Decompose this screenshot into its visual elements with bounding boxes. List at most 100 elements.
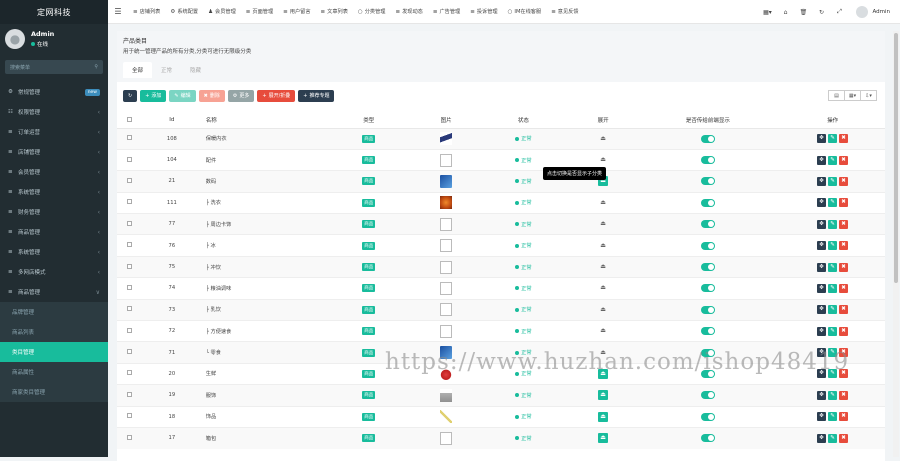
filter-tab[interactable]: 正常 (152, 62, 181, 78)
columns-icon[interactable]: ▦▾ (844, 90, 861, 101)
edit-row-button[interactable]: ✎ (828, 241, 838, 251)
drag-button[interactable]: ✥ (817, 305, 827, 315)
status-label[interactable]: 正常 (515, 393, 532, 399)
table-row[interactable]: 76 ├ 冰 商品 正常 ⏏ ✥ ✎ ✖ (117, 234, 885, 257)
drag-button[interactable]: ✥ (817, 176, 827, 186)
delete-row-button[interactable]: ✖ (839, 412, 849, 422)
category-image[interactable] (440, 410, 453, 424)
avatar[interactable] (856, 6, 869, 18)
show-frontend-toggle[interactable] (700, 305, 715, 314)
delete-row-button[interactable]: ✖ (839, 283, 849, 293)
table-row[interactable]: 77 ├ 周边卡饰 商品 正常 ⏏ ✥ ✎ ✖ (117, 213, 885, 235)
show-frontend-toggle[interactable] (700, 156, 715, 165)
category-image[interactable] (440, 388, 453, 402)
table-row[interactable]: 75 ├ 冲饮 商品 正常 ⏏ ✥ ✎ ✖ (117, 255, 885, 278)
row-checkbox[interactable] (126, 156, 132, 162)
sidebar-subitem[interactable]: 品牌管理 (0, 302, 108, 322)
drag-button[interactable]: ✥ (817, 390, 827, 400)
delete-row-button[interactable]: ✖ (839, 155, 849, 165)
select-cell[interactable] (117, 384, 142, 407)
admin-name[interactable]: Admin (872, 9, 890, 15)
drag-button[interactable]: ✥ (817, 134, 827, 144)
category-image[interactable] (440, 132, 453, 146)
add-button[interactable]: + 添加 (140, 89, 167, 102)
trash-icon[interactable]: 🗑 (794, 9, 812, 16)
column-header[interactable]: 图片 (416, 113, 477, 129)
delete-row-button[interactable]: ✖ (839, 433, 849, 443)
expand-toggle-icon[interactable]: ⏏ (598, 134, 608, 144)
expand-toggle-icon[interactable]: ⏏ (598, 262, 608, 272)
show-frontend-toggle[interactable] (700, 241, 715, 250)
broken-image-icon[interactable] (440, 431, 453, 445)
nav-tab[interactable]: ≡ 意见反馈 (546, 0, 583, 24)
select-cell[interactable] (117, 320, 142, 342)
status-label[interactable]: 正常 (515, 200, 532, 206)
expand-toggle-icon[interactable]: ⏏ (598, 390, 609, 401)
filter-tab[interactable]: 全部 (123, 62, 153, 78)
sidebar-item[interactable]: ≡ 系统管理 ‹ (0, 182, 108, 202)
sidebar-toggle-icon[interactable]: ☰ (108, 7, 128, 16)
table-row[interactable]: 108 保暖内衣 商品 正常 ⏏ ✥ ✎ ✖ (117, 127, 885, 150)
edit-row-button[interactable]: ✎ (828, 326, 838, 336)
nav-tab[interactable]: ≡ 文章列表 (316, 0, 353, 24)
edit-row-button[interactable]: ✎ (828, 390, 838, 400)
filter-tab[interactable]: 隐藏 (181, 62, 210, 78)
table-row[interactable]: 111 ├ 洗衣 商品 正常 ⏏ ✥ ✎ ✖ (117, 191, 885, 214)
select-cell[interactable] (117, 148, 142, 171)
sidebar-item[interactable]: ☷ 权限管理 ‹ (0, 102, 108, 122)
sidebar-item[interactable]: ≡ 订单运营 ‹ (0, 122, 108, 142)
sidebar-subitem[interactable]: 商品属性 (0, 362, 108, 382)
app-logo[interactable]: 定网科技 (0, 0, 108, 24)
delete-row-button[interactable]: ✖ (839, 198, 849, 208)
status-label[interactable]: 正常 (515, 307, 532, 313)
row-checkbox[interactable] (126, 220, 132, 226)
expand-toggle-icon[interactable]: ⏏ (598, 219, 608, 229)
edit-row-button[interactable]: ✎ (828, 219, 838, 229)
sidebar-item[interactable]: ≡ 多网店模式 ‹ (0, 262, 108, 282)
drag-button[interactable]: ✥ (817, 262, 827, 272)
grid-menu-icon[interactable]: ▦▾ (758, 9, 776, 16)
select-cell[interactable] (117, 405, 142, 428)
nav-tab[interactable]: ♟ 会员管理 (203, 0, 241, 24)
toggle-view-icon[interactable]: ▤ (828, 90, 845, 101)
home-icon[interactable]: ⌂ (776, 9, 794, 16)
expand-toggle-icon[interactable]: ⏏ (598, 411, 609, 422)
expand-toggle-icon[interactable]: ⏏ (598, 326, 608, 336)
row-checkbox[interactable] (126, 370, 132, 376)
select-cell[interactable] (117, 362, 142, 385)
drag-button[interactable]: ✥ (817, 433, 827, 443)
broken-image-icon[interactable] (440, 153, 453, 167)
edit-row-button[interactable]: ✎ (828, 305, 838, 315)
status-label[interactable]: 正常 (515, 158, 532, 164)
sidebar-item[interactable]: ≡ 商品管理 ‹ (0, 222, 108, 242)
select-cell[interactable] (117, 213, 142, 235)
row-checkbox[interactable] (126, 199, 132, 205)
table-row[interactable]: 19 服饰 商品 正常 ⏏ ✥ ✎ ✖ (117, 384, 885, 407)
fullscreen-icon[interactable]: ⤢ (830, 8, 848, 16)
status-label[interactable]: 正常 (515, 286, 532, 292)
sidebar-item[interactable]: ≡ 会员管理 ‹ (0, 162, 108, 182)
delete-row-button[interactable]: ✖ (839, 176, 849, 186)
edit-row-button[interactable]: ✎ (828, 134, 838, 144)
status-label[interactable]: 正常 (515, 222, 532, 228)
table-row[interactable]: 21 数码 商品 正常 ⏏ ✥ ✎ ✖ (117, 170, 885, 193)
row-checkbox[interactable] (126, 263, 132, 269)
broken-image-icon[interactable] (440, 324, 453, 338)
select-cell[interactable] (117, 341, 142, 364)
table-row[interactable]: 18 饰品 商品 正常 ⏏ ✥ ✎ ✖ (117, 405, 885, 428)
edit-row-button[interactable]: ✎ (828, 433, 838, 443)
column-header[interactable]: 类型 (321, 113, 417, 129)
sidebar-item[interactable]: ≡ 财务管理 ‹ (0, 202, 108, 222)
nav-tab[interactable]: ○ 分类管理 (353, 0, 391, 24)
scrollbar-thumb[interactable] (894, 33, 898, 283)
expand-toggle-icon[interactable]: ⏏ (598, 241, 608, 251)
column-header[interactable]: 状态 (476, 113, 571, 129)
broken-image-icon[interactable] (440, 239, 453, 253)
delete-row-button[interactable]: ✖ (839, 326, 849, 336)
drag-button[interactable]: ✥ (817, 283, 827, 293)
expand-toggle-icon[interactable]: ⏏ (598, 433, 609, 444)
edit-row-button[interactable]: ✎ (828, 176, 838, 186)
page-scrollbar[interactable] (893, 31, 899, 457)
column-header[interactable]: 名称 (201, 113, 322, 129)
broken-image-icon[interactable] (440, 260, 453, 274)
